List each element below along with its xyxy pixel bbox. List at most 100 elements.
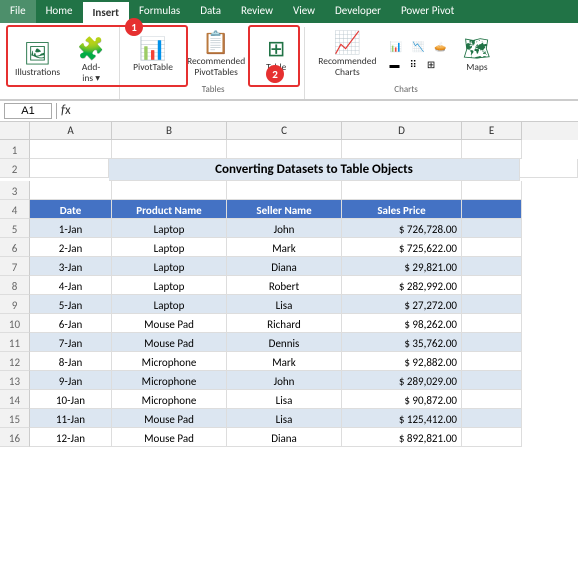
cell-10-4[interactable] bbox=[462, 314, 522, 333]
recommended-charts-button[interactable]: 📈 RecommendedCharts bbox=[313, 29, 381, 82]
cell-1a[interactable] bbox=[30, 140, 112, 159]
cell-13-1[interactable]: Microphone bbox=[112, 371, 227, 390]
cell-13-4[interactable] bbox=[462, 371, 522, 390]
col-header-c[interactable]: C bbox=[227, 122, 342, 140]
col-header-a[interactable]: A bbox=[30, 122, 112, 140]
cell-15-4[interactable] bbox=[462, 409, 522, 428]
cell-9-1[interactable]: Laptop bbox=[112, 295, 227, 314]
bar-chart-button[interactable]: ▬ bbox=[386, 56, 404, 73]
cell-15-1[interactable]: Mouse Pad bbox=[112, 409, 227, 428]
cell-10-0[interactable]: 6-Jan bbox=[30, 314, 112, 333]
cell-5-2[interactable]: John bbox=[227, 219, 342, 238]
cell-2e[interactable] bbox=[520, 159, 578, 178]
cell-7-3[interactable]: $ 29,821.00 bbox=[342, 257, 462, 276]
name-box[interactable] bbox=[4, 103, 52, 119]
cell-8-4[interactable] bbox=[462, 276, 522, 295]
cell-3d[interactable] bbox=[342, 181, 462, 200]
cell-11-4[interactable] bbox=[462, 333, 522, 352]
cell-5-4[interactable] bbox=[462, 219, 522, 238]
cell-8-0[interactable]: 4-Jan bbox=[30, 276, 112, 295]
recommended-pivot-button[interactable]: 📋 RecommendedPivotTables bbox=[182, 29, 250, 82]
cell-6-2[interactable]: Mark bbox=[227, 238, 342, 257]
cell-3c[interactable] bbox=[227, 181, 342, 200]
cell-11-3[interactable]: $ 35,762.00 bbox=[342, 333, 462, 352]
cell-7-1[interactable]: Laptop bbox=[112, 257, 227, 276]
add-ins-button[interactable]: 🧩 Add-ins ▾ bbox=[69, 35, 113, 88]
column-chart-button[interactable]: 📊 bbox=[386, 38, 406, 55]
tab-view[interactable]: View bbox=[283, 0, 325, 23]
cell-15-0[interactable]: 11-Jan bbox=[30, 409, 112, 428]
illustrations-button[interactable]: 🖼 Illustrations bbox=[10, 40, 65, 81]
tab-power-pivot[interactable]: Power Pivot bbox=[391, 0, 464, 23]
cell-3b[interactable] bbox=[112, 181, 227, 200]
cell-15-3[interactable]: $ 125,412.00 bbox=[342, 409, 462, 428]
cell-12-0[interactable]: 8-Jan bbox=[30, 352, 112, 371]
cell-11-0[interactable]: 7-Jan bbox=[30, 333, 112, 352]
cell-12-2[interactable]: Mark bbox=[227, 352, 342, 371]
cell-1d[interactable] bbox=[342, 140, 462, 159]
tab-home[interactable]: Home bbox=[36, 0, 83, 23]
col-header-d[interactable]: D bbox=[342, 122, 462, 140]
col-header-b[interactable]: B bbox=[112, 122, 227, 140]
cell-14-3[interactable]: $ 90,872.00 bbox=[342, 390, 462, 409]
maps-button[interactable]: 🗺 Maps bbox=[455, 35, 499, 76]
cell-7-4[interactable] bbox=[462, 257, 522, 276]
scatter-chart-button[interactable]: ⠿ bbox=[406, 56, 421, 73]
cell-7-2[interactable]: Diana bbox=[227, 257, 342, 276]
cell-11-2[interactable]: Dennis bbox=[227, 333, 342, 352]
cell-6-1[interactable]: Laptop bbox=[112, 238, 227, 257]
cell-4e[interactable] bbox=[462, 200, 522, 219]
line-chart-button[interactable]: 📉 bbox=[408, 38, 428, 55]
cell-12-3[interactable]: $ 92,882.00 bbox=[342, 352, 462, 371]
cell-1c[interactable] bbox=[227, 140, 342, 159]
cell-3e[interactable] bbox=[462, 181, 522, 200]
cell-12-4[interactable] bbox=[462, 352, 522, 371]
tab-file[interactable]: File bbox=[0, 0, 36, 23]
tab-data[interactable]: Data bbox=[190, 0, 231, 23]
cell-9-2[interactable]: Lisa bbox=[227, 295, 342, 314]
cell-10-2[interactable]: Richard bbox=[227, 314, 342, 333]
cell-1b[interactable] bbox=[112, 140, 227, 159]
cell-6-0[interactable]: 2-Jan bbox=[30, 238, 112, 257]
cell-8-2[interactable]: Robert bbox=[227, 276, 342, 295]
cell-10-1[interactable]: Mouse Pad bbox=[112, 314, 227, 333]
cell-13-3[interactable]: $ 289,029.00 bbox=[342, 371, 462, 390]
cell-4b[interactable]: Product Name bbox=[112, 200, 227, 219]
cell-8-1[interactable]: Laptop bbox=[112, 276, 227, 295]
more-charts-button[interactable]: ⊞ bbox=[423, 56, 439, 73]
cell-13-2[interactable]: John bbox=[227, 371, 342, 390]
cell-16-4[interactable] bbox=[462, 428, 522, 447]
cell-7-0[interactable]: 3-Jan bbox=[30, 257, 112, 276]
cell-14-2[interactable]: Lisa bbox=[227, 390, 342, 409]
cell-11-1[interactable]: Mouse Pad bbox=[112, 333, 227, 352]
cell-12-1[interactable]: Microphone bbox=[112, 352, 227, 371]
cell-6-3[interactable]: $ 725,622.00 bbox=[342, 238, 462, 257]
tab-developer[interactable]: Developer bbox=[325, 0, 391, 23]
title-cell[interactable]: Converting Datasets to Table Objects bbox=[109, 159, 521, 181]
col-header-e[interactable]: E bbox=[462, 122, 522, 140]
cell-14-0[interactable]: 10-Jan bbox=[30, 390, 112, 409]
cell-5-0[interactable]: 1-Jan bbox=[30, 219, 112, 238]
cell-6-4[interactable] bbox=[462, 238, 522, 257]
cell-4c[interactable]: Seller Name bbox=[227, 200, 342, 219]
cell-8-3[interactable]: $ 282,992.00 bbox=[342, 276, 462, 295]
cell-2a[interactable] bbox=[30, 159, 109, 178]
pie-chart-button[interactable]: 🥧 bbox=[430, 38, 450, 55]
tab-insert[interactable]: Insert bbox=[83, 0, 130, 23]
cell-9-3[interactable]: $ 27,272.00 bbox=[342, 295, 462, 314]
pivot-table-button[interactable]: 📊 PivotTable bbox=[128, 35, 178, 76]
cell-10-3[interactable]: $ 98,262.00 bbox=[342, 314, 462, 333]
cell-14-1[interactable]: Microphone bbox=[112, 390, 227, 409]
cell-16-3[interactable]: $ 892,821.00 bbox=[342, 428, 462, 447]
cell-1e[interactable] bbox=[462, 140, 522, 159]
cell-14-4[interactable] bbox=[462, 390, 522, 409]
cell-3a[interactable] bbox=[30, 181, 112, 200]
cell-5-3[interactable]: $ 726,728.00 bbox=[342, 219, 462, 238]
cell-4a[interactable]: Date bbox=[30, 200, 112, 219]
cell-15-2[interactable]: Lisa bbox=[227, 409, 342, 428]
cell-16-2[interactable]: Diana bbox=[227, 428, 342, 447]
cell-16-1[interactable]: Mouse Pad bbox=[112, 428, 227, 447]
cell-5-1[interactable]: Laptop bbox=[112, 219, 227, 238]
cell-16-0[interactable]: 12-Jan bbox=[30, 428, 112, 447]
formula-input[interactable] bbox=[75, 105, 574, 117]
